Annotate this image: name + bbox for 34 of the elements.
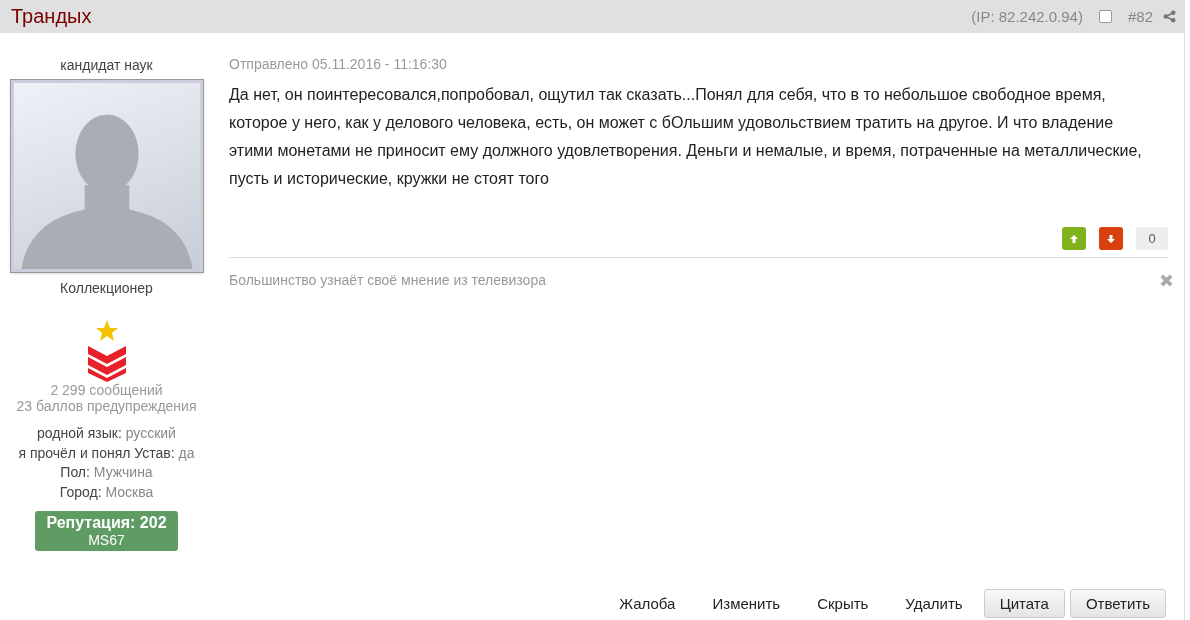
share-icon[interactable] xyxy=(1163,10,1176,23)
field-value: русский xyxy=(125,425,176,441)
action-link[interactable]: Удалить xyxy=(889,595,979,612)
action-link[interactable]: Скрыть xyxy=(801,595,885,612)
field-value: да xyxy=(178,444,195,461)
vote-down-button[interactable] xyxy=(1099,227,1123,250)
field-label: я прочёл и понял Устав: xyxy=(18,444,175,461)
field-value: Мужчина xyxy=(93,464,153,480)
rating-count: 0 xyxy=(1136,227,1168,250)
field-label: Город: xyxy=(59,483,102,500)
member-title: кандидат наук xyxy=(60,57,153,73)
member-group: Коллекционер xyxy=(60,280,153,296)
post-count: 2 299 сообщений xyxy=(50,382,163,398)
action-button[interactable]: Цитата xyxy=(983,589,1065,618)
field-value: Москва xyxy=(105,483,154,500)
coin-grade: MS67 xyxy=(87,532,126,548)
vote-up-button[interactable] xyxy=(1062,227,1086,250)
arrow-up-icon xyxy=(1069,233,1079,244)
post-text: Да нет, он поинтересовался,попробовал, ощутил так сказать...Понял для себя, что в то небольшое свободное время, которое у него, как у делового человека, есть, он может с бОльшим удовольствием тратить на другое. И что владение этими монетами не приносит ему должного удовлетворения. Деньги и немалые, и время, потраченные на металлические, пусть и исторические, кружки не стоят того xyxy=(229,85,1143,189)
select-checkbox[interactable] xyxy=(1098,10,1112,23)
close-icon[interactable] xyxy=(1159,272,1174,288)
action-button[interactable]: Ответить xyxy=(1069,589,1166,618)
author-name[interactable]: Трандых xyxy=(11,5,962,28)
action-link[interactable]: Изменить xyxy=(696,595,797,612)
ip-address: (IP: 82.242.0.94) xyxy=(971,8,1083,25)
field-label: родной язык: xyxy=(37,425,122,441)
post-date: Отправлено 05.11.2016 - 11:16:30 xyxy=(229,56,448,72)
action-link[interactable]: Жалоба xyxy=(603,595,692,612)
field-label: Пол: xyxy=(60,464,90,480)
signature-text: Большинство узнаёт своё мнение из телевизора xyxy=(229,272,546,288)
warning-points: 23 баллов предупреждения xyxy=(16,398,197,414)
rank-insignia-drawing xyxy=(86,318,127,382)
reputation-score: Репутация: 202 xyxy=(45,514,168,532)
arrow-down-icon xyxy=(1106,233,1116,244)
